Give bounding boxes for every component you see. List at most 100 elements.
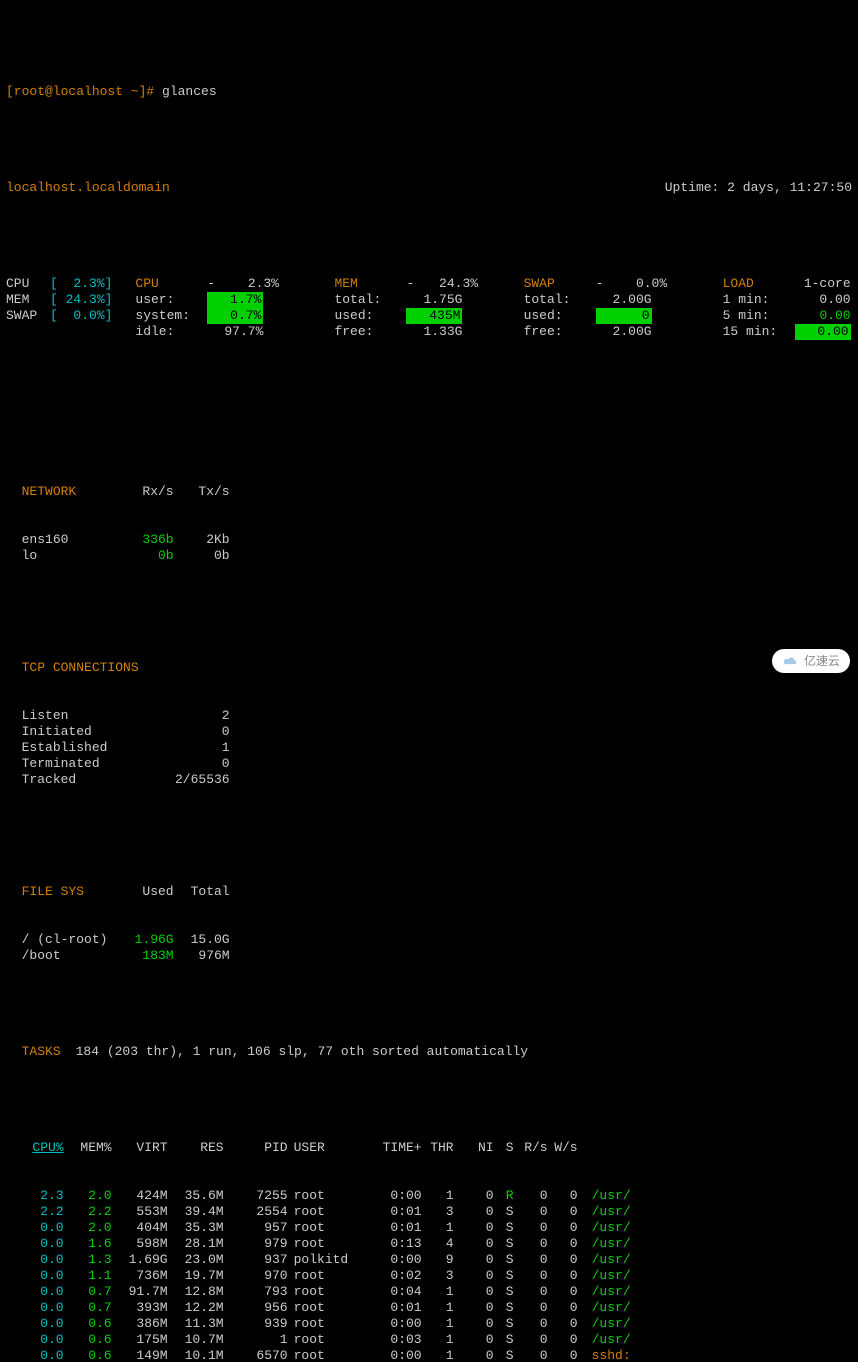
iface-tx: 0b [174, 548, 230, 564]
hdr-time[interactable]: TIME+ [368, 1140, 422, 1156]
process-row[interactable]: 0.02.0404M35.3M957root0:0110S00/usr/ [22, 1220, 631, 1236]
hdr-user[interactable]: USER [288, 1140, 368, 1156]
p-res: 35.6M [168, 1188, 224, 1204]
p-ws: 0 [548, 1204, 578, 1220]
swap-bar-label: SWAP [6, 308, 50, 324]
swap-free-v: 2.00G [596, 324, 652, 340]
p-virt: 386M [112, 1316, 168, 1332]
cpu-sys-k: system: [135, 308, 207, 324]
mem-overall: 24.3% [422, 276, 478, 292]
p-user: root [288, 1284, 368, 1300]
p-mem: 0.7 [64, 1300, 112, 1316]
hdr-virt[interactable]: VIRT [112, 1140, 168, 1156]
p-user: root [288, 1204, 368, 1220]
fs-total-h: Total [174, 884, 230, 900]
hdr-pid[interactable]: PID [224, 1140, 288, 1156]
tasks-label: TASKS [22, 1044, 76, 1060]
p-pid: 2554 [224, 1204, 288, 1220]
fs-mount: /boot [22, 948, 118, 964]
fs-row: / (cl-root)1.96G15.0G [22, 932, 236, 948]
hdr-mem[interactable]: MEM% [64, 1140, 112, 1156]
process-row[interactable]: 0.00.791.7M12.8M793root0:0410S00/usr/ [22, 1284, 631, 1300]
hdr-s[interactable]: S [494, 1140, 514, 1156]
p-thr: 9 [422, 1252, 454, 1268]
p-cpu: 0.0 [22, 1284, 64, 1300]
cpu-sys-v: 0.7% [207, 308, 263, 324]
p-user: root [288, 1188, 368, 1204]
swap-overall: 0.0% [611, 276, 667, 292]
p-cpu: 0.0 [22, 1316, 64, 1332]
load-title: LOAD [723, 276, 795, 292]
p-ws: 0 [548, 1316, 578, 1332]
p-rs: 0 [514, 1284, 548, 1300]
process-row[interactable]: 2.32.0424M35.6M7255root0:0010R00/usr/ [22, 1188, 631, 1204]
p-ws: 0 [548, 1348, 578, 1362]
p-rs: 0 [514, 1268, 548, 1284]
uptime-label: Uptime: [665, 180, 727, 196]
p-time: 0:00 [368, 1188, 422, 1204]
iface-rx: 336b [118, 532, 174, 548]
p-rs: 0 [514, 1348, 548, 1362]
p-pid: 970 [224, 1268, 288, 1284]
mem-free-k: free: [334, 324, 406, 340]
hdr-ni[interactable]: NI [454, 1140, 494, 1156]
process-row[interactable]: 0.01.6598M28.1M979root0:1340S00/usr/ [22, 1236, 631, 1252]
swap-title: SWAP [524, 276, 596, 292]
p-thr: 1 [422, 1188, 454, 1204]
p-s: R [494, 1188, 514, 1204]
p-thr: 3 [422, 1204, 454, 1220]
process-row[interactable]: 0.01.1736M19.7M970root0:0230S00/usr/ [22, 1268, 631, 1284]
p-ni: 0 [454, 1316, 494, 1332]
p-cmd: sshd: [578, 1348, 631, 1362]
tcp-val: 0 [162, 756, 230, 772]
p-s: S [494, 1268, 514, 1284]
p-cmd: /usr/ [578, 1268, 631, 1284]
tcp-key: Listen [22, 708, 162, 724]
process-row[interactable]: 0.00.7393M12.2M956root0:0110S00/usr/ [22, 1300, 631, 1316]
p-time: 0:02 [368, 1268, 422, 1284]
mem-used-k: used: [334, 308, 406, 324]
p-virt: 393M [112, 1300, 168, 1316]
process-row[interactable]: 0.00.6149M10.1M6570root0:0010S00sshd: [22, 1348, 631, 1362]
hdr-rs[interactable]: R/s [514, 1140, 548, 1156]
swap-bar-val: 0.0% [73, 308, 104, 324]
p-mem: 1.1 [64, 1268, 112, 1284]
p-time: 0:01 [368, 1220, 422, 1236]
mem-total-v: 1.75G [406, 292, 462, 308]
hostname: localhost.localdomain [6, 180, 665, 196]
process-row[interactable]: 2.22.2553M39.4M2554root0:0130S00/usr/ [22, 1204, 631, 1220]
p-pid: 957 [224, 1220, 288, 1236]
p-rs: 0 [514, 1252, 548, 1268]
process-row[interactable]: 0.00.6386M11.3M939root0:0010S00/usr/ [22, 1316, 631, 1332]
process-row[interactable]: 0.00.6175M10.7M1root0:0310S00/usr/ [22, 1332, 631, 1348]
fs-title: FILE SYS [22, 884, 118, 900]
p-mem: 0.6 [64, 1316, 112, 1332]
hdr-cpu[interactable]: CPU% [22, 1140, 64, 1156]
p-ni: 0 [454, 1332, 494, 1348]
uptime-value: 2 days, 11:27:50 [727, 180, 852, 196]
load-15-k: 15 min: [723, 324, 795, 340]
hdr-res[interactable]: RES [168, 1140, 224, 1156]
p-ws: 0 [548, 1252, 578, 1268]
process-row[interactable]: 0.01.31.69G23.0M937polkitd0:0090S00/usr/ [22, 1252, 631, 1268]
prompt-line: [root@localhost ~]# glances [6, 84, 852, 100]
p-cpu: 2.3 [22, 1188, 64, 1204]
p-res: 12.2M [168, 1300, 224, 1316]
p-cmd: /usr/ [578, 1188, 631, 1204]
p-user: root [288, 1220, 368, 1236]
hdr-thr[interactable]: THR [422, 1140, 454, 1156]
cpu-idle-k: idle: [135, 324, 207, 340]
hdr-ws[interactable]: W/s [548, 1140, 578, 1156]
p-thr: 1 [422, 1348, 454, 1362]
tcp-row: Established1 [22, 740, 236, 756]
watermark-badge: 亿速云 [772, 649, 850, 673]
p-ni: 0 [454, 1348, 494, 1362]
p-virt: 553M [112, 1204, 168, 1220]
p-thr: 3 [422, 1268, 454, 1284]
p-rs: 0 [514, 1332, 548, 1348]
p-pid: 1 [224, 1332, 288, 1348]
p-res: 39.4M [168, 1204, 224, 1220]
proc-header: CPU% MEM% VIRT RES PID USER TIME+ THR NI… [22, 1140, 631, 1156]
network-title: NETWORK [22, 484, 118, 500]
network-row: lo0b0b [22, 548, 236, 564]
